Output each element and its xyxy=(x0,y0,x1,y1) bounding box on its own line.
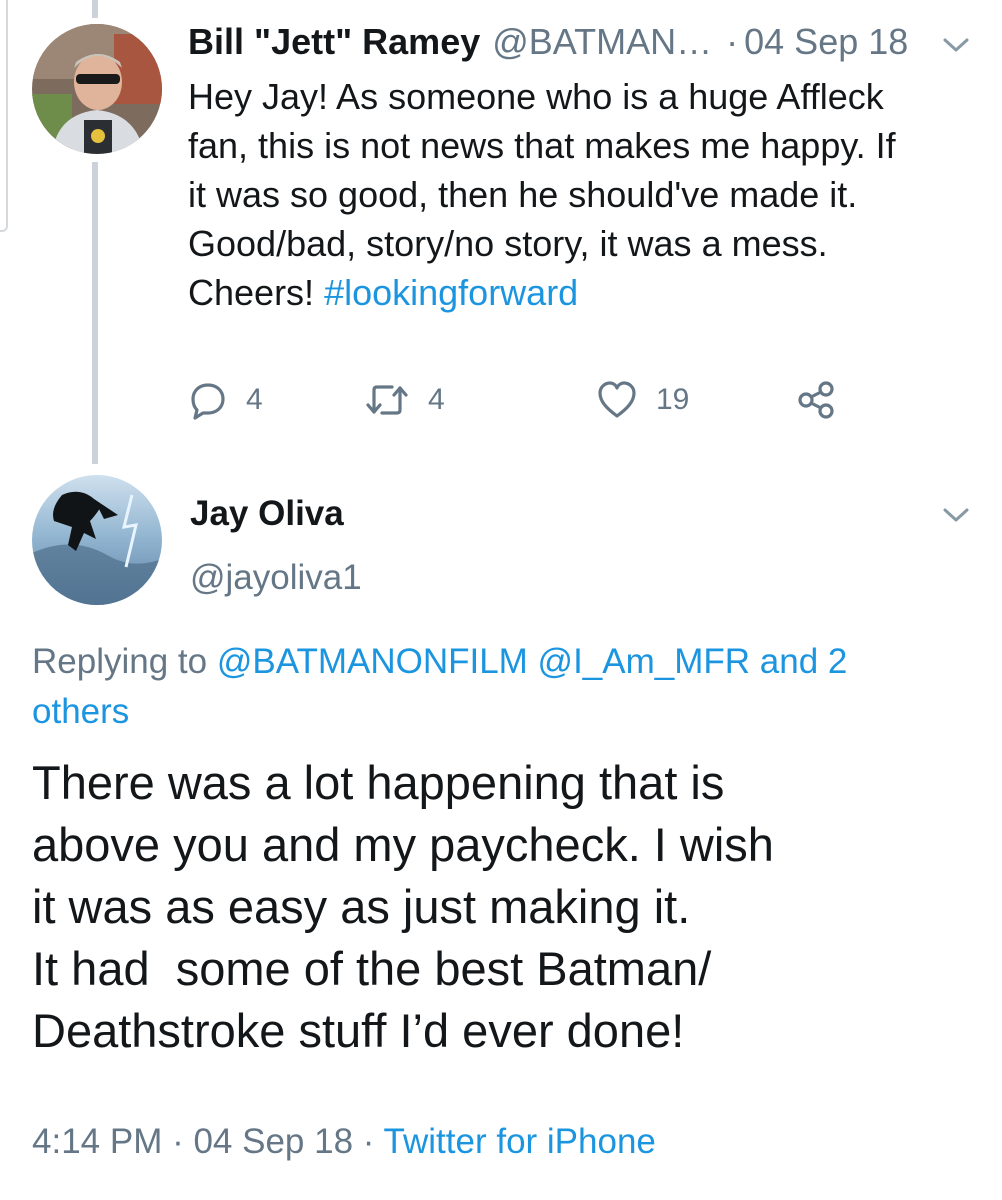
share-button[interactable] xyxy=(796,376,854,424)
tweet2-source-link[interactable]: Twitter for iPhone xyxy=(384,1122,656,1161)
like-count: 19 xyxy=(656,383,690,416)
tweet1-author-name[interactable]: Bill "Jett" Ramey xyxy=(188,20,480,64)
share-icon xyxy=(798,381,834,419)
avatar-jay-image xyxy=(32,475,162,605)
chevron-down-icon[interactable] xyxy=(942,506,970,524)
tweet1-text: Hey Jay! As someone who is a huge Afflec… xyxy=(188,72,978,317)
chevron-down-icon[interactable] xyxy=(942,36,970,54)
replying-to: Replying to @BATMANONFILM @I_Am_MFR and … xyxy=(32,637,932,737)
tweet2-separator: · xyxy=(353,1122,384,1161)
tweet2-separator: · xyxy=(162,1122,194,1161)
tweet1-date[interactable]: 04 Sep 18 xyxy=(744,20,908,64)
previous-card-edge xyxy=(0,0,8,232)
tweet2-author-handle[interactable]: @jayoliva1 xyxy=(190,556,362,600)
tweet2-text: There was a lot happening that is above … xyxy=(32,752,972,1062)
retweet-button[interactable]: 4 xyxy=(364,376,445,424)
tweet2-text-line: It had some of the best Batman/ xyxy=(32,942,712,995)
replying-to-prefix: Replying to xyxy=(32,642,217,681)
thread-line-top xyxy=(92,0,98,18)
tweet1-actions: 4 4 19 xyxy=(188,376,888,424)
replying-to-others[interactable]: others xyxy=(32,687,932,737)
tweet2-time[interactable]: 4:14 PM xyxy=(32,1122,162,1161)
reply-icon xyxy=(191,383,225,420)
replying-to-mentions[interactable]: @BATMANONFILM @I_Am_MFR and 2 xyxy=(217,642,848,681)
avatar-jay-oliva[interactable] xyxy=(32,475,162,605)
tweet2-timestamp: 4:14 PM · 04 Sep 18 · Twitter for iPhone xyxy=(32,1118,656,1166)
retweet-icon xyxy=(366,385,408,415)
tweet2-text-line: above you and my paycheck. I wish xyxy=(32,818,774,871)
tweet2-date[interactable]: 04 Sep 18 xyxy=(193,1122,353,1161)
tweet1-text-line: fan, this is not news that makes me happ… xyxy=(188,125,896,166)
avatar-bill-image xyxy=(32,24,162,154)
tweet1-header: Bill "Jett" Ramey @BATMAN… · 04 Sep 18 xyxy=(188,20,968,72)
tweet2-author-name[interactable]: Jay Oliva xyxy=(190,492,344,536)
like-button[interactable]: 19 xyxy=(596,376,689,424)
tweet1-text-line: Hey Jay! As someone who is a huge Afflec… xyxy=(188,76,884,117)
tweet1-text-line: Good/bad, story/no story, it was a mess. xyxy=(188,223,828,264)
tweet1-author-handle[interactable]: @BATMAN… xyxy=(492,20,712,64)
tweet2-text-line: it was as easy as just making it. xyxy=(32,880,691,933)
replying-to-line: Replying to @BATMANONFILM @I_Am_MFR and … xyxy=(32,637,932,687)
tweet1-text-last-line: Cheers! #lookingforward xyxy=(188,268,978,317)
tweet2-text-line: Deathstroke stuff I’d ever done! xyxy=(32,1004,685,1057)
tweet1-text-line: it was so good, then he should've made i… xyxy=(188,174,858,215)
hashtag-link[interactable]: #lookingforward xyxy=(324,272,578,313)
tweet1-text-cheers: Cheers! xyxy=(188,272,325,313)
avatar-bill-ramey[interactable] xyxy=(32,24,162,154)
reply-count: 4 xyxy=(246,383,263,416)
retweet-count: 4 xyxy=(428,383,445,416)
tweet2-text-line: There was a lot happening that is xyxy=(32,756,725,809)
thread-line xyxy=(92,162,98,464)
like-icon xyxy=(598,381,636,418)
tweet1-separator: · xyxy=(726,21,739,62)
reply-button[interactable]: 4 xyxy=(188,376,263,424)
